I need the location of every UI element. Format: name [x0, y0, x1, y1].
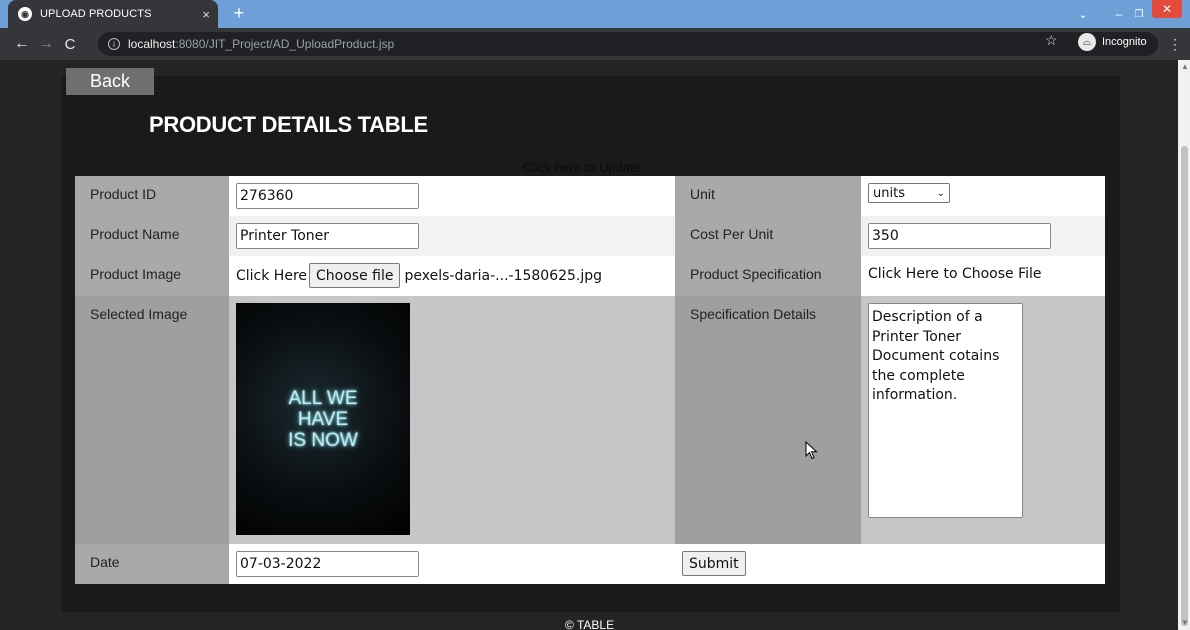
browser-tabbar: ◉ UPLOAD PRODUCTS × + ⌄ – ❐ ✕ [0, 0, 1190, 28]
specification-file-link[interactable]: Click Here to Choose File [868, 263, 1098, 282]
submit-button[interactable]: Submit [682, 551, 746, 576]
page-viewport: Back PRODUCT DETAILS TABLE Click here to… [0, 60, 1178, 630]
update-link[interactable]: Click here to Update [523, 160, 641, 175]
selected-file-name: pexels-daria-...-1580625.jpg [404, 267, 603, 284]
specification-details-textarea[interactable]: Description of a Printer Toner Document … [868, 303, 1023, 518]
new-tab-button[interactable]: + [230, 3, 248, 23]
unit-label: Unit [675, 176, 861, 216]
tab-search-icon[interactable]: ⌄ [1072, 0, 1094, 28]
product-id-label: Product ID [75, 176, 229, 216]
bookmark-star-icon[interactable]: ☆ [1045, 32, 1061, 48]
url-path: :8080/JIT_Project/AD_UploadProduct.jsp [175, 37, 395, 51]
tab-close-icon[interactable]: × [202, 7, 210, 22]
date-input[interactable] [236, 551, 419, 577]
table-row: Date Submit [75, 544, 1105, 584]
image-neon-text-3: IS NOW [288, 429, 358, 451]
date-label: Date [75, 544, 229, 584]
image-neon-text-2: HAVE [297, 408, 349, 430]
product-name-input[interactable] [236, 223, 419, 249]
globe-icon: ◉ [18, 7, 32, 21]
cost-per-unit-label: Cost Per Unit [675, 216, 861, 256]
product-form-table: Product ID Unit units ⌄ Product Name Cos… [75, 176, 1105, 584]
scroll-up-icon[interactable]: ▲ [1181, 62, 1189, 71]
back-button[interactable]: Back [66, 68, 154, 95]
browser-toolbar: ← → C i localhost:8080/JIT_Project/AD_Up… [0, 28, 1190, 60]
page-scrollbar[interactable]: ▲ ▼ [1178, 60, 1190, 630]
incognito-label: Incognito [1102, 36, 1147, 48]
url-host: localhost [128, 37, 176, 51]
scroll-down-icon[interactable]: ▼ [1181, 618, 1189, 627]
table-row: Product Name Cost Per Unit [75, 216, 1105, 256]
product-id-input[interactable] [236, 183, 419, 209]
click-here-label: Click Here [236, 267, 308, 284]
selected-image-preview: ALL WE HAVE IS NOW [236, 303, 410, 535]
reload-icon[interactable]: C [58, 32, 82, 56]
table-row: Product ID Unit units ⌄ [75, 176, 1105, 216]
product-specification-label: Product Specification [675, 256, 861, 296]
back-arrow-icon[interactable]: ← [10, 32, 34, 56]
url-bar[interactable]: i localhost:8080/JIT_Project/AD_UploadPr… [98, 32, 1158, 56]
table-row: Selected Image ALL WE HAVE IS NOW Specif… [75, 296, 1105, 544]
kebab-menu-icon[interactable]: ⋮ [1168, 36, 1182, 53]
browser-tab[interactable]: ◉ UPLOAD PRODUCTS × [8, 0, 218, 28]
cost-per-unit-input[interactable] [868, 223, 1051, 249]
specification-details-label: Specification Details [675, 296, 861, 544]
tab-title: UPLOAD PRODUCTS [40, 8, 152, 20]
product-image-label: Product Image [75, 256, 229, 296]
window-close-icon[interactable]: ✕ [1152, 0, 1182, 18]
choose-file-button[interactable]: Choose file [309, 263, 401, 288]
scrollbar-thumb[interactable] [1181, 146, 1188, 626]
forward-arrow-icon[interactable]: → [34, 32, 58, 56]
minimize-icon[interactable]: – [1108, 0, 1130, 28]
product-name-label: Product Name [75, 216, 229, 256]
page-footer: © TABLE [565, 618, 615, 630]
maximize-icon[interactable]: ❐ [1128, 0, 1150, 28]
unit-select[interactable]: units ⌄ [868, 183, 950, 203]
chevron-down-icon: ⌄ [936, 187, 945, 199]
unit-select-value: units [873, 185, 905, 201]
incognito-icon: ⌓ [1078, 33, 1096, 51]
mouse-cursor-icon [805, 441, 818, 460]
product-image-file-picker: Click Here Choose file pexels-daria-...-… [236, 263, 668, 288]
info-icon[interactable]: i [108, 38, 120, 50]
table-row: Product Image Click Here Choose file pex… [75, 256, 1105, 296]
selected-image-label: Selected Image [75, 296, 229, 544]
image-neon-text-1: ALL WE [288, 387, 358, 409]
incognito-badge[interactable]: ⌓ Incognito [1078, 33, 1147, 51]
page-title: PRODUCT DETAILS TABLE [149, 112, 428, 137]
